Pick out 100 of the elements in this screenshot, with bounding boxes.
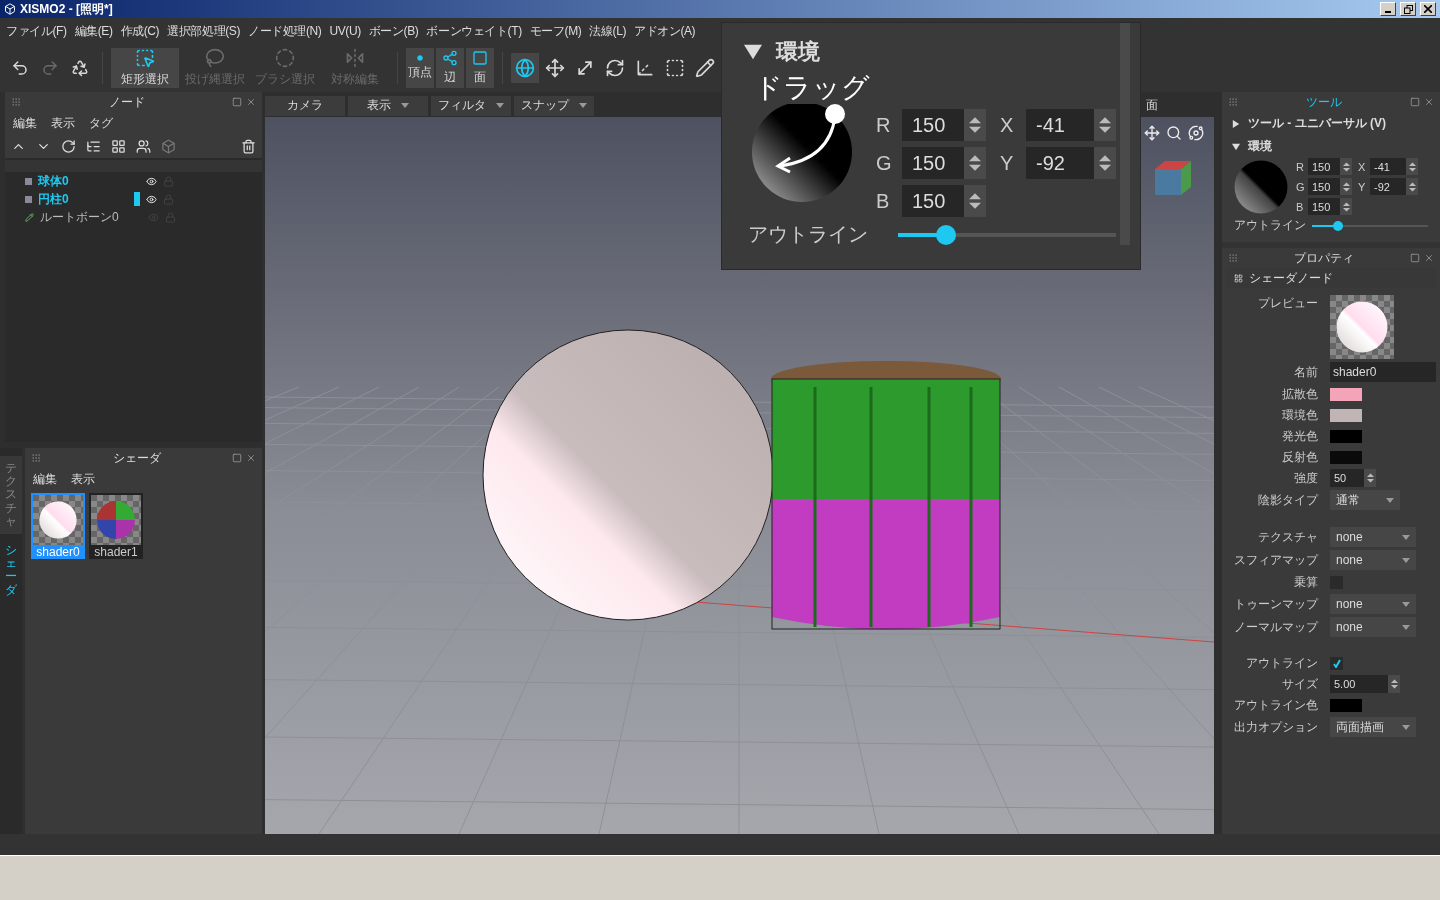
spin-arrows-icon[interactable] [1342,201,1350,212]
section-header[interactable]: 環境 [1222,135,1440,158]
element-mode-button[interactable]: 面 [466,48,494,88]
color-swatch[interactable] [1330,450,1362,464]
dropdown[interactable]: none [1330,594,1416,614]
grip-icon[interactable] [31,453,41,463]
close-icon[interactable] [246,97,256,107]
spin-arrows-icon[interactable] [1099,154,1111,172]
color-swatch[interactable] [1330,387,1362,401]
section-header[interactable]: 環境 [740,35,1140,73]
spin-field[interactable]: -41 [1026,109,1116,141]
spin-field[interactable]: 150 [1308,198,1352,215]
tree-item[interactable]: 球体0 [5,172,262,190]
outline-slider[interactable] [898,224,1116,245]
color-swatch[interactable] [1330,698,1362,712]
grip-icon[interactable] [11,97,21,107]
menu-item[interactable]: 編集 [33,471,57,488]
spin-field[interactable]: 150 [902,147,986,179]
viewport-tab[interactable]: カメラ [265,95,345,116]
spin-field[interactable]: 150 [1308,178,1352,195]
element-mode-button[interactable]: 頂点 [406,48,434,88]
viewport-tab[interactable]: フィルタ [431,95,511,116]
grip-icon[interactable] [1228,97,1238,107]
spin-field[interactable]: 5.00 [1330,675,1400,693]
search-icon[interactable] [1166,125,1182,141]
dropdown[interactable]: 両面描画 [1330,717,1416,737]
spin-field[interactable]: 150 [1308,158,1352,175]
menu-item[interactable]: 作成(C) [116,22,164,40]
menu-item[interactable]: 選択部処理(S) [163,22,244,40]
menu-item[interactable]: ノード処理(N) [244,22,326,40]
triangle-down-icon[interactable] [744,43,762,61]
shader-thumbnail[interactable]: shader1 [89,493,143,559]
list-tree-icon[interactable] [86,139,101,154]
menu-item[interactable]: 表示 [51,115,75,132]
maximize-icon[interactable] [1410,97,1420,107]
triangle-right-icon[interactable] [1232,119,1240,128]
spin-field[interactable]: 150 [902,185,986,217]
menu-item[interactable]: ボーンウェイト(T) [422,22,526,40]
close-button[interactable] [1420,2,1436,16]
maximize-icon[interactable] [1410,253,1420,263]
viewport-tab[interactable]: 表示 [348,95,428,116]
transform-tool-button[interactable] [511,53,539,83]
tree-item[interactable]: 円柱0 [5,190,262,208]
spin-field[interactable]: -92 [1026,147,1116,179]
menu-item[interactable]: 法線(L) [585,22,630,40]
users-icon[interactable] [136,139,151,154]
spin-arrows-icon[interactable] [1408,181,1416,192]
viewport[interactable] [265,117,1214,834]
checkbox[interactable] [1330,656,1343,670]
eye-icon[interactable] [146,193,157,205]
menu-item[interactable]: ファイル(F) [2,22,71,40]
close-icon[interactable] [246,453,256,463]
menu-item[interactable]: ボーン(B) [364,22,423,40]
maximize-icon[interactable] [232,97,242,107]
section-header[interactable]: ツール - ユニバーサル (V) [1222,112,1440,135]
spin-field[interactable]: 150 [902,109,986,141]
menu-item[interactable]: 編集(E) [70,22,117,40]
menu-item[interactable]: UV(U) [325,24,365,38]
spin-arrows-icon[interactable] [969,192,981,210]
spin-arrows-icon[interactable] [1099,116,1111,134]
spin-arrows-icon[interactable] [1342,181,1350,192]
spin-field[interactable]: 50 [1330,469,1376,487]
spin-arrows-icon[interactable] [1408,161,1416,172]
viewport-tab[interactable]: スナップ [514,95,594,116]
color-swatch[interactable] [1330,429,1362,443]
color-swatch[interactable] [1330,408,1362,422]
selection-tool-button[interactable]: 矩形選択 [111,48,179,88]
menu-item[interactable]: 表示 [71,471,95,488]
scrollbar[interactable] [1120,23,1130,245]
orbit-icon[interactable] [1188,125,1204,141]
minimize-button[interactable] [1380,2,1396,16]
menu-item[interactable]: タグ [89,115,113,132]
triangle-down-icon[interactable] [1232,142,1240,151]
dropdown[interactable]: none [1330,617,1416,637]
spin-arrows-icon[interactable] [969,116,981,134]
dropdown[interactable]: none [1330,550,1416,570]
move-icon[interactable] [1144,125,1160,141]
menu-item[interactable]: モーフ(M) [525,22,586,40]
spin-field[interactable]: -92 [1370,178,1418,195]
name-field[interactable]: shader0 [1330,362,1436,382]
maximize-icon[interactable] [232,453,242,463]
spin-arrows-icon[interactable] [1390,679,1398,689]
menu-item[interactable]: アドオン(A) [630,22,700,40]
spin-arrows-icon[interactable] [1342,161,1350,172]
grid-icon[interactable] [111,139,126,154]
close-icon[interactable] [1424,253,1434,263]
outline-slider[interactable] [1312,220,1428,231]
dropdown[interactable]: 通常 [1330,490,1400,510]
rotate-icon[interactable] [61,139,76,154]
trash-icon[interactable] [241,139,256,154]
spin-field[interactable]: -41 [1370,158,1418,175]
cube-icon[interactable] [161,139,176,154]
element-mode-button[interactable]: 辺 [436,48,464,88]
dropdown[interactable]: none [1330,527,1416,547]
grip-icon[interactable] [1228,253,1238,263]
eye-icon[interactable] [146,175,157,187]
menu-item[interactable]: 編集 [13,115,37,132]
spin-arrows-icon[interactable] [969,154,981,172]
close-icon[interactable] [1424,97,1434,107]
restore-button[interactable] [1400,2,1416,16]
